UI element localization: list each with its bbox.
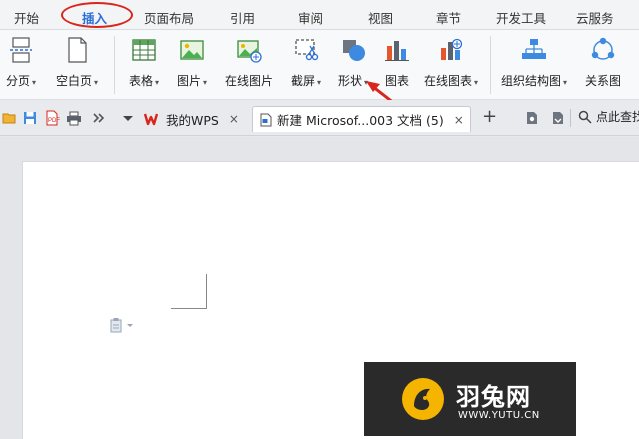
online-chart-icon <box>441 38 463 60</box>
table-icon <box>132 39 156 61</box>
search-icon <box>578 110 592 124</box>
screenshot-icon <box>295 39 319 61</box>
more-quick-actions-icon[interactable] <box>90 110 106 126</box>
tab-my-wps-label: 我的WPS <box>166 112 219 128</box>
document-sync-icon[interactable] <box>550 110 566 126</box>
tab-view[interactable]: 视图 <box>368 8 393 27</box>
table-dropdown-icon[interactable]: ▾ <box>155 78 159 87</box>
margin-corner-mark <box>206 274 207 309</box>
svg-text:PDF: PDF <box>48 118 60 124</box>
online-picture-icon <box>237 40 262 63</box>
paste-options-icon <box>110 318 122 333</box>
blank-page-icon <box>68 37 87 63</box>
tab-cloud-service[interactable]: 云服务 <box>576 8 614 27</box>
tab-sections[interactable]: 章节 <box>436 8 461 27</box>
wps-logo-icon <box>144 113 159 126</box>
page-break-icon <box>10 37 32 63</box>
watermark-url: WWW.YUTU.CN <box>458 410 540 421</box>
tab-bar-divider <box>570 109 571 127</box>
org-chart-button[interactable]: 组织结构图 ▾ <box>494 36 574 94</box>
ribbon-divider <box>114 36 115 94</box>
tab-references[interactable]: 引用 <box>230 8 255 27</box>
relationship-chart-button[interactable]: 关系图 <box>578 36 628 94</box>
blank-page-button[interactable]: 空白页 ▾ <box>48 36 106 94</box>
screenshot-dropdown-icon[interactable]: ▾ <box>317 78 321 87</box>
tab-new-document[interactable]: 新建 Microsof...003 文档 (5) × <box>252 106 471 132</box>
tab-review[interactable]: 审阅 <box>298 8 323 27</box>
insert-ribbon: 分页 ▾ 空白页 ▾ 表格 ▾ 图片 ▾ 在线图片 截屏 ▾ 形状 ▾ 图表 在… <box>0 30 639 100</box>
page-break-dropdown-icon[interactable]: ▾ <box>32 78 36 87</box>
watermark-title: 羽兔网 <box>456 383 531 411</box>
table-button[interactable]: 表格 ▾ <box>122 36 166 94</box>
document-tab-bar: PDF 我的WPS × 新建 Microsof...003 文档 (5) × + <box>0 100 639 136</box>
online-chart-label: 在线图表 <box>423 74 472 88</box>
margin-corner-mark <box>171 308 207 309</box>
org-chart-icon <box>522 39 546 59</box>
chevron-down-icon[interactable] <box>120 110 136 126</box>
ribbon-divider <box>490 36 491 94</box>
search-box[interactable]: 点此查找 <box>578 108 639 125</box>
export-pdf-icon[interactable]: PDF <box>44 110 60 126</box>
screenshot-label: 截屏 <box>290 74 315 88</box>
relationship-chart-label: 关系图 <box>584 74 621 88</box>
blank-page-dropdown-icon[interactable]: ▾ <box>94 78 98 87</box>
highlight-circle-annotation <box>61 2 133 28</box>
print-icon[interactable] <box>66 110 82 126</box>
online-chart-dropdown-icon[interactable]: ▾ <box>474 78 478 87</box>
shapes-icon <box>343 40 365 61</box>
close-icon[interactable]: × <box>229 112 239 126</box>
chart-icon <box>385 41 409 61</box>
picture-label: 图片 <box>176 74 201 88</box>
chevron-down-icon <box>127 324 133 327</box>
new-tab-button[interactable]: + <box>482 106 497 127</box>
search-label: 点此查找 <box>596 110 639 124</box>
document-settings-icon[interactable] <box>524 110 540 126</box>
online-picture-button[interactable]: 在线图片 <box>218 36 280 94</box>
page-break-button[interactable]: 分页 ▾ <box>0 36 42 94</box>
page-break-label: 分页 <box>5 74 30 88</box>
paste-options-button[interactable] <box>109 317 134 333</box>
yutu-logo-icon <box>402 378 444 420</box>
table-label: 表格 <box>128 74 153 88</box>
online-picture-label: 在线图片 <box>224 74 273 88</box>
tab-new-document-label: 新建 Microsof...003 文档 (5) <box>277 113 444 128</box>
picture-icon <box>180 40 204 60</box>
online-chart-button[interactable]: 在线图表 ▾ <box>418 36 484 94</box>
close-icon[interactable]: × <box>454 113 464 127</box>
document-icon <box>260 113 272 126</box>
tab-developer[interactable]: 开发工具 <box>496 8 546 27</box>
picture-dropdown-icon[interactable]: ▾ <box>203 78 207 87</box>
org-chart-label: 组织结构图 <box>500 74 561 88</box>
tab-my-wps[interactable]: 我的WPS × <box>144 106 239 132</box>
save-icon[interactable] <box>22 110 38 126</box>
relationship-chart-icon <box>591 37 615 60</box>
screenshot-button[interactable]: 截屏 ▾ <box>284 36 328 94</box>
shapes-label: 形状 <box>337 74 362 88</box>
tab-page-layout[interactable]: 页面布局 <box>144 8 194 27</box>
picture-button[interactable]: 图片 ▾ <box>170 36 214 94</box>
org-chart-dropdown-icon[interactable]: ▾ <box>563 78 567 87</box>
blank-page-label: 空白页 <box>55 74 92 88</box>
tab-home[interactable]: 开始 <box>14 8 39 27</box>
open-folder-icon[interactable] <box>2 110 18 126</box>
